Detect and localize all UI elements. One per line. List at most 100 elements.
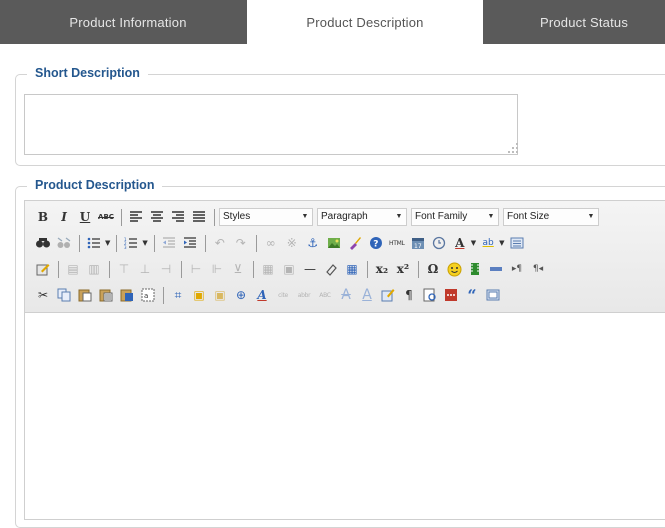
media-icon[interactable]: [465, 259, 485, 279]
emoticons-icon[interactable]: [444, 259, 464, 279]
align-justify-icon[interactable]: [189, 207, 209, 227]
citation-icon[interactable]: cite: [273, 285, 293, 305]
insertion-icon[interactable]: A: [357, 285, 377, 305]
row-after-icon[interactable]: ⊥: [135, 259, 155, 279]
move-backward-icon[interactable]: ▣: [210, 285, 230, 305]
page-break-icon[interactable]: [441, 285, 461, 305]
tab-product-description[interactable]: Product Description: [247, 0, 483, 44]
find-icon[interactable]: [33, 233, 53, 253]
text-color-icon[interactable]: A: [450, 233, 470, 253]
find-replace-icon[interactable]: [54, 233, 74, 253]
absolute-position-icon[interactable]: ⊕: [231, 285, 251, 305]
help-icon[interactable]: ?: [366, 233, 386, 253]
toolbar-separator: [204, 234, 206, 252]
link-icon[interactable]: ∞: [261, 233, 281, 253]
image-icon[interactable]: [324, 233, 344, 253]
col-before-icon[interactable]: ⊢: [186, 259, 206, 279]
redo-icon[interactable]: ↷: [231, 233, 251, 253]
indent-icon[interactable]: [180, 233, 200, 253]
resize-grip-icon[interactable]: [508, 143, 518, 153]
delete-col-icon[interactable]: ⊻: [228, 259, 248, 279]
italic-button[interactable]: I: [54, 207, 74, 227]
styles-select[interactable]: Styles ▼: [219, 208, 313, 226]
table-delete-icon[interactable]: ▥: [84, 259, 104, 279]
align-left-icon[interactable]: [126, 207, 146, 227]
table-props-icon[interactable]: ▤: [63, 259, 83, 279]
toolbar-row-3: ▤ ▥ ⊤ ⊥ ⊣ ⊢ ⊩ ⊻ ▦ ▣ — ▦ x₂ x² Ω ▸¶ ¶◂: [33, 258, 549, 280]
deletion-icon[interactable]: A: [336, 285, 356, 305]
bullet-list-icon[interactable]: [84, 233, 104, 253]
chevron-down-icon: ▼: [487, 213, 495, 220]
visual-chars-icon[interactable]: ¶: [399, 285, 419, 305]
paste-text-icon[interactable]: [96, 285, 116, 305]
attributes-icon[interactable]: [378, 285, 398, 305]
paste-icon[interactable]: [75, 285, 95, 305]
cleanup-icon[interactable]: [345, 233, 365, 253]
editor-content-area[interactable]: [25, 313, 665, 519]
insert-layer-icon[interactable]: ⌗: [168, 285, 188, 305]
chevron-down-icon: ▼: [395, 213, 403, 220]
short-description-textarea[interactable]: [24, 94, 518, 155]
row-before-icon[interactable]: ⊤: [114, 259, 134, 279]
toolbar-separator: [116, 234, 118, 252]
format-select[interactable]: Paragraph ▼: [317, 208, 407, 226]
copy-icon[interactable]: [54, 285, 74, 305]
preview-icon[interactable]: [507, 233, 527, 253]
ltr-icon[interactable]: ▸¶: [507, 259, 527, 279]
toolbar-separator: [121, 208, 122, 226]
split-cells-icon[interactable]: ▦: [258, 259, 278, 279]
edit-css-icon[interactable]: [33, 259, 53, 279]
insert-date-icon[interactable]: 17: [408, 233, 428, 253]
bold-button[interactable]: B: [33, 207, 53, 227]
tab-bar: Product Information Product Description …: [0, 0, 665, 44]
html-source-icon[interactable]: HTML: [387, 233, 407, 253]
svg-text:3: 3: [124, 245, 127, 249]
visual-aid-icon[interactable]: ▦: [342, 259, 362, 279]
remove-format-icon[interactable]: [321, 259, 341, 279]
chevron-down-icon[interactable]: ▼: [142, 239, 147, 247]
template-icon[interactable]: [420, 285, 440, 305]
anchor-icon[interactable]: ⚓: [303, 233, 323, 253]
strikethrough-button[interactable]: ABC: [96, 207, 116, 227]
highlight-color-icon[interactable]: ab: [478, 233, 498, 253]
tab-product-status[interactable]: Product Status: [484, 0, 665, 44]
chevron-down-icon[interactable]: ▼: [105, 239, 110, 247]
merge-cells-icon[interactable]: ▣: [279, 259, 299, 279]
paste-word-icon[interactable]: [117, 285, 137, 305]
align-center-icon[interactable]: [147, 207, 167, 227]
numbered-list-icon[interactable]: 123: [121, 233, 141, 253]
rtl-icon[interactable]: ¶◂: [528, 259, 548, 279]
align-right-icon[interactable]: [168, 207, 188, 227]
cut-icon[interactable]: ✂: [33, 285, 53, 305]
nonbreaking-icon[interactable]: [486, 259, 506, 279]
abbreviation-icon[interactable]: abbr: [294, 285, 314, 305]
delete-row-icon[interactable]: ⊣: [156, 259, 176, 279]
underline-button[interactable]: U: [75, 207, 95, 227]
insert-time-icon[interactable]: [429, 233, 449, 253]
charmap-button[interactable]: Ω: [423, 259, 443, 279]
tab-product-information[interactable]: Product Information: [10, 0, 246, 44]
horizontal-rule-icon[interactable]: —: [300, 259, 320, 279]
chevron-down-icon[interactable]: ▼: [471, 239, 476, 247]
superscript-button[interactable]: x²: [393, 259, 413, 279]
unlink-icon[interactable]: ※: [282, 233, 302, 253]
subscript-button[interactable]: x₂: [372, 259, 392, 279]
toolbar-separator: [153, 234, 155, 252]
col-after-icon[interactable]: ⊩: [207, 259, 227, 279]
acronym-icon[interactable]: ABC: [315, 285, 335, 305]
outdent-icon[interactable]: [159, 233, 179, 253]
chevron-down-icon[interactable]: ▼: [499, 239, 504, 247]
chevron-down-icon: ▼: [301, 213, 309, 220]
fullscreen-icon[interactable]: [483, 285, 503, 305]
blockquote-icon[interactable]: “: [462, 285, 482, 305]
font-family-select[interactable]: Font Family ▼: [411, 208, 499, 226]
svg-text:?: ?: [373, 240, 378, 250]
select-all-icon[interactable]: a: [138, 285, 158, 305]
move-forward-icon[interactable]: ▣: [189, 285, 209, 305]
undo-icon[interactable]: ↶: [210, 233, 230, 253]
toolbar-separator: [58, 260, 59, 278]
product-description-legend: Product Description: [27, 178, 163, 192]
styleprops-icon[interactable]: A: [252, 285, 272, 305]
font-size-select[interactable]: Font Size ▼: [503, 208, 599, 226]
toolbar-separator: [255, 234, 257, 252]
